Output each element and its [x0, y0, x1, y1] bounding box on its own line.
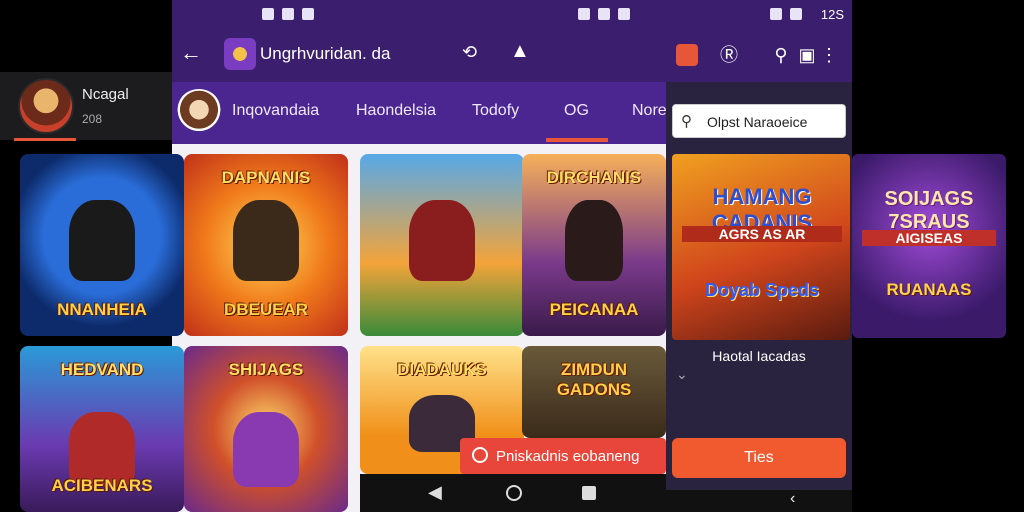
game-card[interactable]: ZIMDUN GADONS [522, 346, 666, 438]
more-vert-icon[interactable]: ⋮ [818, 44, 840, 66]
app-icon[interactable] [676, 44, 698, 66]
tab-bar: Inqovandaia Haondelsia Todofy OG Nore [172, 82, 666, 144]
nav-home-icon[interactable] [506, 485, 522, 501]
app-bar: ← Ungrhvuridan. da ⟲ ▲ [172, 28, 666, 82]
game-card[interactable]: HEDVAND ACIBENARS [20, 346, 184, 512]
notification-icon [302, 8, 314, 20]
search-icon[interactable]: ⚲ [770, 44, 792, 66]
signal-icon [790, 8, 802, 20]
nav-bar: ◀ [360, 474, 666, 512]
search-input[interactable]: ⚲ Olpst Naraoeice [672, 104, 846, 138]
card-title: ACIBENARS [51, 476, 153, 495]
panel-nav-bar: ‹ [666, 490, 852, 512]
game-card[interactable]: NNANHEIA [20, 154, 184, 336]
active-tab-underline [546, 138, 608, 142]
share-icon[interactable]: ⟲ [462, 42, 477, 63]
profile-strip[interactable]: Ncagal 208 [0, 72, 172, 141]
card-title: DBEUEAR [223, 300, 309, 319]
card-title: PEICANAA [549, 300, 639, 319]
app-logo [224, 38, 256, 70]
status-bar: 12S [666, 0, 852, 28]
tab-avatar[interactable] [176, 89, 222, 135]
status-bar [172, 0, 666, 28]
tab-4[interactable]: OG [564, 102, 589, 120]
game-card[interactable]: SHIJAGS [184, 346, 348, 512]
game-card[interactable]: DAPNANIS DBEUEAR [184, 154, 348, 336]
nav-back-icon[interactable]: ◀ [428, 482, 442, 503]
profile-underline [14, 138, 76, 141]
chevron-down-icon[interactable]: ⌄ [676, 366, 688, 383]
search-icon: ⚲ [681, 113, 692, 130]
nav-recent-icon[interactable] [582, 486, 596, 500]
tab-3[interactable]: Todofy [472, 102, 519, 120]
wifi-icon [770, 8, 782, 20]
toast-banner[interactable]: Pniskadnis eobaneng [460, 438, 666, 474]
featured-game-card[interactable]: HAMANG CADANIS AGRS AS AR Doyab Speds [672, 154, 850, 340]
featured-tagline: Doyab Speds [704, 280, 820, 300]
cart-icon[interactable]: ▣ [796, 44, 818, 66]
card-subtitle: DIADAUKS [397, 360, 487, 379]
card-title: NNANHEIA [57, 300, 147, 319]
avatar [18, 78, 74, 134]
alarm-icon [578, 8, 590, 20]
page-title: Ungrhvuridan. da [260, 44, 391, 63]
card-tagline: RUANAAS [886, 280, 972, 299]
side-panel: 12S Ⓡ ⚲ ▣ ⋮ ⚲ Olpst Naraoeice HAMANG CAD… [666, 0, 852, 490]
profile-count: 208 [82, 112, 103, 126]
toast-text: Pniskadnis eobaneng [496, 448, 640, 465]
game-card[interactable]: SOIJAGS 7SRAUS AIGISEAS RUANAAS [852, 154, 1006, 338]
nav-back-icon[interactable]: ‹ [790, 490, 795, 508]
info-icon [472, 447, 488, 463]
profile-name: Ncagal [82, 86, 129, 103]
card-subtitle: DIRCHANIS [546, 168, 642, 187]
notification-icon [262, 8, 274, 20]
card-subtitle: SHIJAGS [228, 360, 304, 379]
card-subtitle: AIGISEAS [862, 230, 996, 246]
battery-icon [618, 8, 630, 20]
card-subtitle: DAPNANIS [221, 168, 311, 187]
game-card[interactable] [360, 154, 524, 336]
featured-caption: Haotal Iacadas [712, 348, 806, 364]
wifi-icon [598, 8, 610, 20]
tab-2[interactable]: Haondelsia [356, 102, 436, 120]
panel-app-bar: Ⓡ ⚲ ▣ ⋮ [666, 28, 852, 82]
featured-subtitle: AGRS AS AR [682, 226, 842, 242]
notification-icon [282, 8, 294, 20]
tab-5[interactable]: Nore [632, 102, 666, 120]
status-time: 12S [820, 7, 844, 22]
alert-icon[interactable]: ▲ [510, 40, 530, 63]
primary-button[interactable]: Ties [672, 438, 846, 478]
card-title: SOIJAGS 7SRAUS [884, 188, 974, 233]
profile-icon[interactable]: Ⓡ [718, 44, 740, 66]
game-card[interactable]: DIRCHANIS PEICANAA [522, 154, 666, 336]
card-subtitle: ZIMDUN GADONS [556, 360, 632, 399]
tab-1[interactable]: Inqovandaia [232, 102, 319, 120]
back-arrow-icon[interactable]: ← [180, 42, 202, 64]
card-subtitle: HEDVAND [60, 360, 144, 379]
search-text: Olpst Naraoeice [707, 114, 808, 130]
